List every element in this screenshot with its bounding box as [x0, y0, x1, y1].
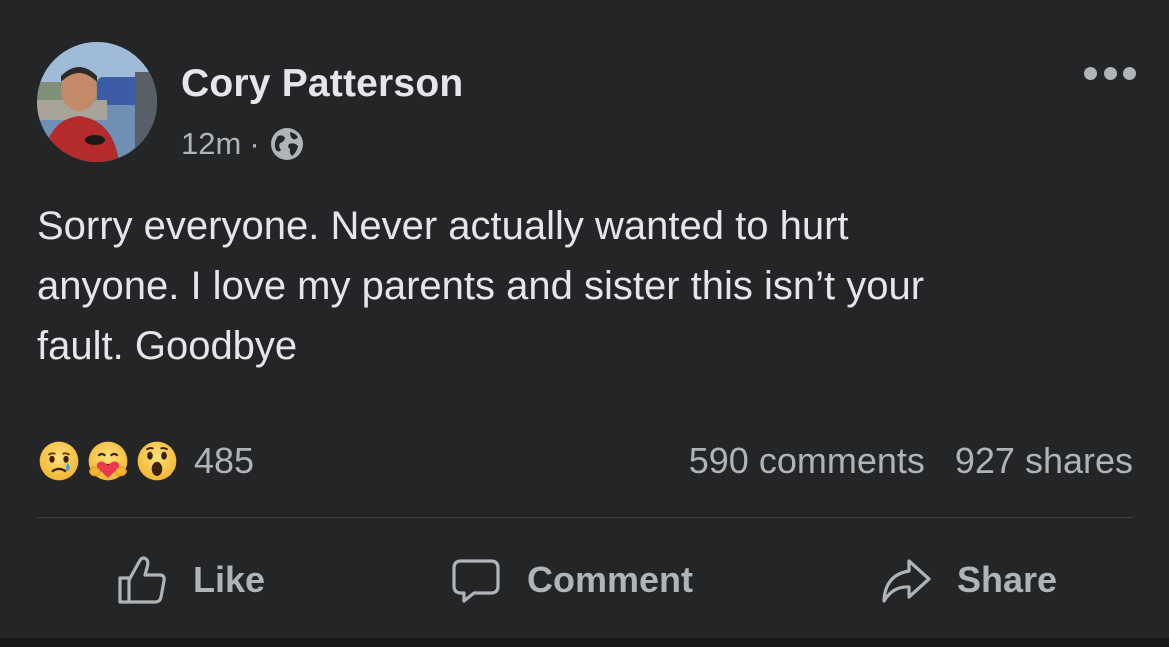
more-dot [1084, 66, 1097, 80]
like-label: Like [193, 559, 266, 600]
thumbs-up-icon [118, 556, 166, 604]
avatar-photo [37, 42, 157, 162]
post-text: Sorry everyone. Never actually wanted to… [37, 204, 925, 368]
post-meta: 12m · [181, 126, 305, 162]
sad-reaction-icon [34, 436, 84, 486]
page-bottom-strip [0, 638, 1169, 647]
reaction-icons [34, 436, 182, 486]
more-options-icon[interactable] [1084, 63, 1136, 83]
divider [37, 517, 1133, 518]
more-dot [1123, 66, 1136, 80]
engagement-stats: 590 comments 927 shares [689, 438, 1133, 484]
author-name[interactable]: Cory Patterson [181, 62, 463, 106]
like-button[interactable]: Like [115, 548, 265, 612]
globe-icon[interactable] [269, 126, 305, 162]
comment-label: Comment [527, 559, 694, 600]
post-card: Cory Patterson 12m · Sorry everyone. Nev… [0, 0, 1169, 638]
share-button[interactable]: Share [879, 548, 1057, 612]
author-avatar[interactable] [37, 42, 157, 162]
post-timestamp[interactable]: 12m [181, 126, 241, 162]
more-dot [1103, 66, 1117, 80]
share-arrow-icon [882, 559, 931, 603]
reactions-summary[interactable]: 485 [34, 436, 254, 486]
shares-count[interactable]: 927 shares [955, 440, 1133, 482]
comment-bubble-icon [452, 559, 500, 603]
meta-separator: · [249, 126, 260, 161]
comments-count[interactable]: 590 comments [689, 440, 925, 482]
comment-button[interactable]: Comment [449, 548, 693, 612]
share-label: Share [957, 559, 1058, 600]
care-reaction-icon [83, 436, 133, 486]
reaction-count[interactable]: 485 [194, 440, 254, 482]
wow-reaction-icon [132, 436, 182, 486]
post-actions-bar: Like Comment Share [37, 548, 1133, 612]
